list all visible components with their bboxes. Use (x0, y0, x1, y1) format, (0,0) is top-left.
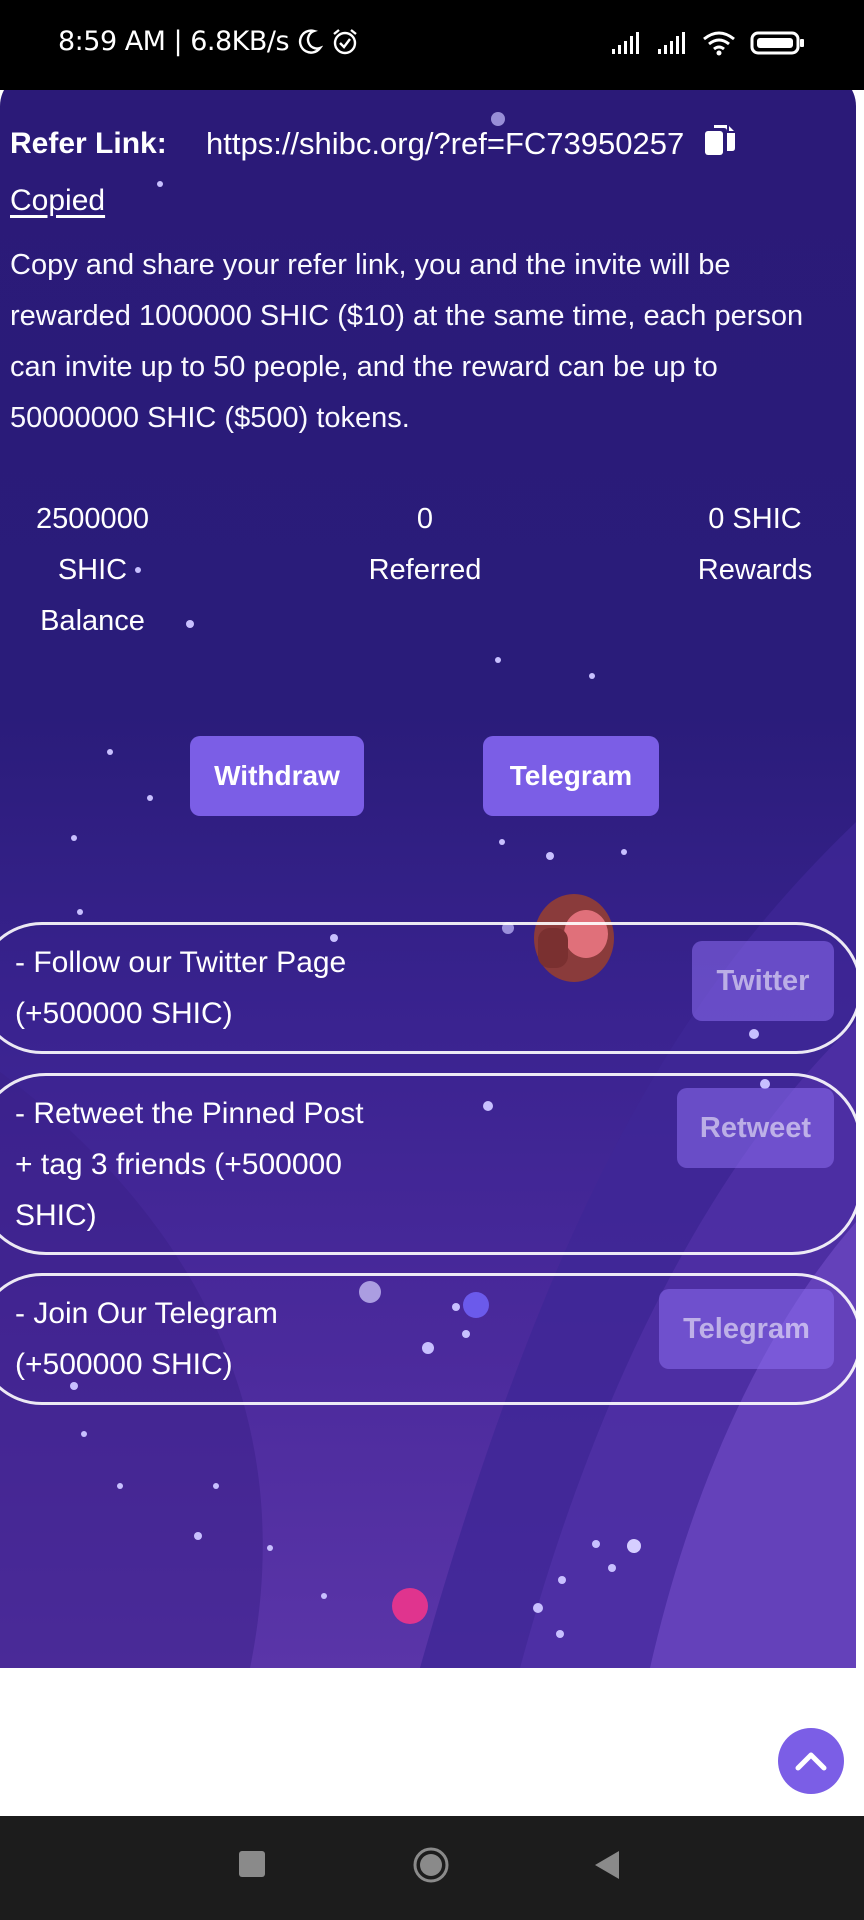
telegram-join-button[interactable]: Telegram (659, 1289, 834, 1369)
balance-value: 2500000 (36, 503, 149, 535)
stat-rewards: 0 SHIC Rewards (675, 494, 835, 596)
wifi-icon (703, 31, 735, 56)
task-line: - Follow our Twitter Page (15, 946, 347, 979)
task-text: - Join Our Telegram (+500000 SHIC) (15, 1288, 278, 1390)
task-join-telegram: - Join Our Telegram (+500000 SHIC) Teleg… (0, 1273, 856, 1405)
telegram-button[interactable]: Telegram (483, 736, 659, 816)
task-follow-twitter: - Follow our Twitter Page (+500000 SHIC)… (0, 922, 856, 1054)
navigation-bar (0, 1816, 864, 1920)
balance-label: Balance (40, 605, 145, 637)
task-line: (+500000 SHIC) (15, 1348, 233, 1381)
battery-icon (750, 31, 804, 55)
status-bar: 8:59 AM | 6.8KB/s (0, 0, 864, 90)
recents-icon[interactable] (238, 1850, 266, 1878)
rewards-label: Rewards (697, 554, 813, 586)
status-left: 8:59 AM | 6.8KB/s (58, 26, 359, 57)
referred-value: 0 (416, 503, 434, 535)
signal-icon (612, 32, 639, 54)
scroll-to-top-button[interactable] (778, 1728, 844, 1794)
chevron-up-icon (795, 1752, 827, 1771)
status-right (610, 30, 806, 56)
stat-balance: 2500000 SHIC Balance (20, 494, 165, 647)
copied-status[interactable]: Copied (10, 184, 105, 218)
moon-icon (298, 28, 324, 54)
withdraw-button[interactable]: Withdraw (190, 736, 364, 816)
task-retweet: - Retweet the Pinned Post + tag 3 friend… (0, 1073, 856, 1255)
rewards-value: 0 SHIC (708, 503, 802, 535)
status-time: 8:59 AM | 6.8KB/s (58, 26, 290, 57)
twitter-button[interactable]: Twitter (692, 941, 834, 1021)
stat-referred: 0 Referred (340, 494, 510, 596)
alarm-icon (333, 28, 357, 54)
task-line: - Join Our Telegram (15, 1297, 278, 1330)
referred-label: Referred (368, 554, 482, 586)
refer-description: Copy and share your refer link, you and … (10, 249, 804, 434)
copy-icon[interactable] (702, 122, 738, 166)
refer-panel: Refer Link: https://shibc.org/?ref=FC739… (0, 72, 856, 1668)
refer-link-row: Refer Link: https://shibc.org/?ref=FC739… (10, 122, 738, 166)
task-line: (+500000 SHIC) (15, 997, 233, 1030)
signal-icon (658, 32, 685, 54)
home-icon[interactable] (412, 1846, 450, 1884)
balance-unit: SHIC (57, 554, 128, 586)
task-line: SHIC) (15, 1199, 97, 1232)
retweet-button[interactable]: Retweet (677, 1088, 834, 1168)
task-text: - Follow our Twitter Page (+500000 SHIC) (15, 937, 346, 1039)
refer-link-label: Refer Link: (10, 127, 167, 160)
task-line: + tag 3 friends (+500000 (15, 1148, 342, 1181)
task-text: - Retweet the Pinned Post + tag 3 friend… (15, 1088, 364, 1241)
panel-edge (856, 100, 864, 1668)
task-line: - Retweet the Pinned Post (15, 1097, 364, 1130)
refer-link-value[interactable]: https://shibc.org/?ref=FC73950257 (206, 126, 684, 162)
back-icon[interactable] (593, 1850, 621, 1880)
